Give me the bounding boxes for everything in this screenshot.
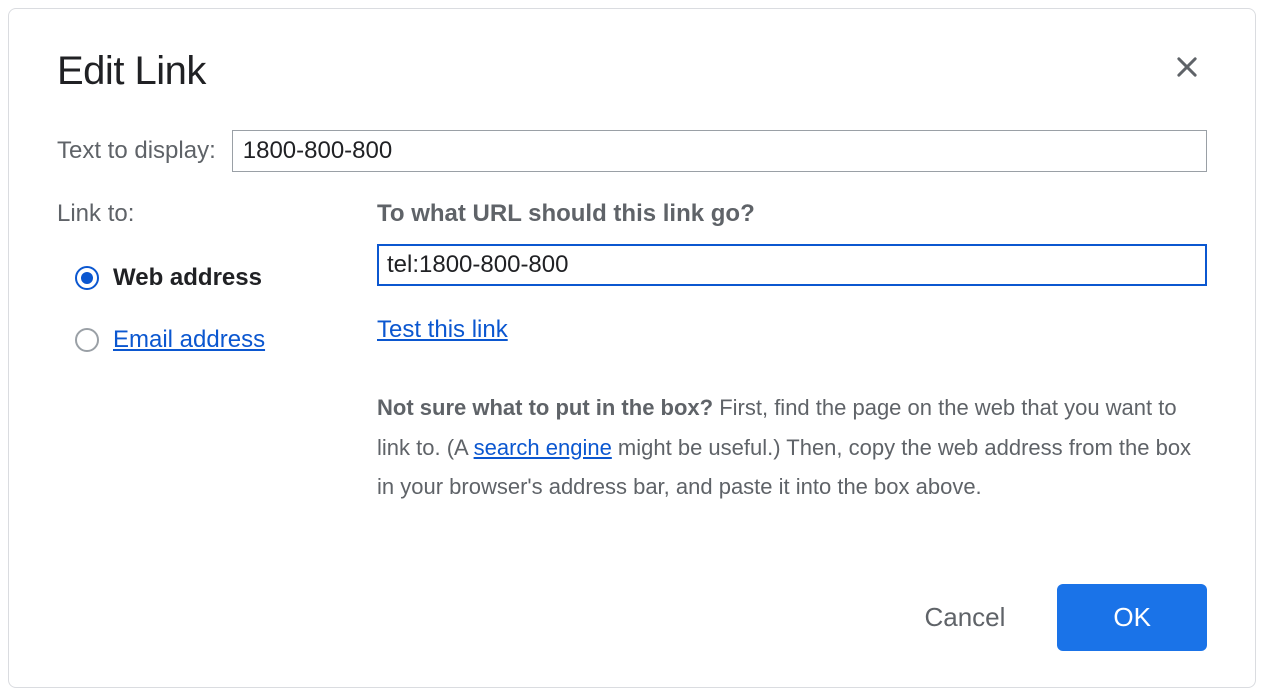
dialog-title: Edit Link [57, 49, 1207, 94]
radio-web-address-label: Web address [113, 264, 262, 292]
radio-email-address-label: Email address [113, 326, 265, 354]
radio-email-address[interactable]: Email address [57, 326, 337, 354]
test-this-link[interactable]: Test this link [377, 316, 508, 344]
edit-link-dialog: Edit Link Text to display: Link to: Web … [8, 8, 1256, 688]
link-to-column: Link to: Web address Email address [57, 200, 337, 554]
radio-button-icon [75, 328, 99, 352]
close-icon [1173, 53, 1201, 86]
ok-button[interactable]: OK [1057, 584, 1207, 651]
radio-button-icon [75, 266, 99, 290]
help-bold: Not sure what to put in the box? [377, 395, 713, 420]
button-row: Cancel OK [57, 554, 1207, 651]
url-question-label: To what URL should this link go? [377, 200, 1207, 228]
cancel-button[interactable]: Cancel [912, 594, 1017, 641]
url-input[interactable] [377, 244, 1207, 286]
content-row: Link to: Web address Email address To wh… [57, 200, 1207, 554]
close-button[interactable] [1167, 49, 1207, 89]
search-engine-link[interactable]: search engine [474, 435, 612, 460]
url-column: To what URL should this link go? Test th… [377, 200, 1207, 554]
text-to-display-row: Text to display: [57, 130, 1207, 172]
help-text: Not sure what to put in the box? First, … [377, 388, 1207, 507]
text-to-display-input[interactable] [232, 130, 1207, 172]
link-to-label: Link to: [57, 200, 337, 228]
radio-web-address[interactable]: Web address [57, 264, 337, 292]
text-to-display-label: Text to display: [57, 137, 216, 165]
